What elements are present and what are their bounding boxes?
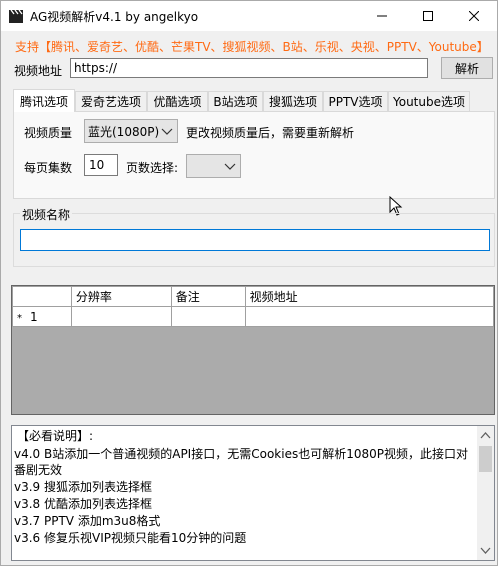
notes-line: v4.0 B站添加一个普通视频的API接口，无需Cookies也可解析1080P… bbox=[14, 447, 468, 461]
clapperboard-icon bbox=[9, 9, 23, 23]
quality-select-value: 蓝光(1080P) bbox=[88, 124, 160, 139]
tab-pptv[interactable]: PPTV选项 bbox=[323, 91, 388, 111]
quality-hint: 更改视频质量后，需要重新解析 bbox=[186, 126, 355, 140]
notes-line: v3.8 优酷添加列表选择框 bbox=[14, 497, 153, 511]
column-header-remark[interactable]: 备注 bbox=[170, 286, 246, 307]
tab-youku[interactable]: 优酷选项 bbox=[147, 91, 208, 111]
column-header-resolution[interactable]: 分辨率 bbox=[70, 286, 172, 307]
title-bar[interactable]: AG视频解析v4.1 by angelkyo bbox=[1, 1, 497, 31]
notes-textbox[interactable]: 【必看说明】: v4.0 B站添加一个普通视频的API接口，无需Cookies也… bbox=[11, 425, 495, 561]
notes-line: 【必看说明】: bbox=[17, 429, 94, 443]
video-url-label: 视频地址 bbox=[14, 64, 63, 78]
grid-corner-header bbox=[12, 286, 72, 307]
close-icon bbox=[469, 11, 479, 21]
quality-select[interactable]: 蓝光(1080P) bbox=[84, 119, 178, 143]
row-number: 1 bbox=[30, 309, 38, 324]
cell-remark[interactable] bbox=[170, 306, 246, 327]
minimize-icon bbox=[377, 15, 387, 17]
video-name-input[interactable] bbox=[20, 229, 490, 251]
per-page-input[interactable]: 10 bbox=[84, 154, 118, 176]
notes-scrollbar[interactable] bbox=[477, 426, 494, 560]
table-row[interactable]: * 1 bbox=[12, 306, 494, 327]
app-window: AG视频解析v4.1 by angelkyo 支持【腾讯、爱奇艺、优酷、芒果TV… bbox=[0, 0, 498, 566]
per-page-label: 每页集数 bbox=[24, 161, 73, 175]
tab-sohu[interactable]: 搜狐选项 bbox=[263, 91, 323, 111]
notes-line: v3.9 搜狐添加列表选择框 bbox=[14, 480, 153, 494]
chevron-down-icon bbox=[224, 163, 236, 170]
column-header-video-url[interactable]: 视频地址 bbox=[244, 286, 494, 307]
window-title: AG视频解析v4.1 by angelkyo bbox=[30, 10, 199, 24]
video-grid[interactable]: 分辨率 备注 视频地址 * 1 bbox=[11, 285, 495, 415]
parse-button[interactable]: 解析 bbox=[441, 57, 493, 79]
chevron-down-icon bbox=[161, 128, 173, 135]
video-url-input[interactable]: https:// bbox=[70, 58, 428, 78]
notes-line: v3.7 PPTV 添加m3u8格式 bbox=[14, 514, 161, 528]
tencent-options-panel: 视频质量 蓝光(1080P) 更改视频质量后，需要重新解析 每页集数 10 页数… bbox=[13, 111, 495, 199]
new-row-marker: * bbox=[17, 312, 22, 324]
cell-video-url[interactable] bbox=[244, 306, 494, 327]
video-name-label: 视频名称 bbox=[20, 206, 73, 223]
page-select-label: 页数选择: bbox=[126, 161, 179, 175]
grid-header-row: 分辨率 备注 视频地址 bbox=[12, 286, 494, 307]
cell-resolution[interactable] bbox=[70, 306, 172, 327]
tab-youtube[interactable]: Youtube选项 bbox=[388, 91, 470, 111]
maximize-button[interactable] bbox=[405, 1, 451, 31]
tab-tencent[interactable]: 腾讯选项 bbox=[13, 89, 75, 112]
supported-sites-text: 支持【腾讯、爱奇艺、优酷、芒果TV、搜狐视频、B站、乐视、央视、PPTV、You… bbox=[15, 40, 489, 54]
page-select[interactable] bbox=[186, 154, 241, 178]
tab-iqiyi[interactable]: 爱奇艺选项 bbox=[75, 91, 147, 111]
notes-line: 番剧无效 bbox=[14, 463, 63, 477]
quality-label: 视频质量 bbox=[24, 126, 73, 140]
scroll-thumb[interactable] bbox=[479, 446, 492, 472]
scroll-down-icon[interactable] bbox=[480, 547, 491, 555]
notes-line: v3.6 修复乐视VIP视频只能看10分钟的问题 bbox=[14, 531, 247, 545]
minimize-button[interactable] bbox=[359, 1, 405, 31]
grid-table: 分辨率 备注 视频地址 * 1 bbox=[12, 286, 494, 327]
close-button[interactable] bbox=[451, 1, 497, 31]
maximize-icon bbox=[423, 11, 433, 21]
row-header[interactable]: * 1 bbox=[12, 306, 72, 327]
scroll-up-icon[interactable] bbox=[480, 431, 491, 439]
tab-bilibili[interactable]: B站选项 bbox=[208, 91, 263, 111]
